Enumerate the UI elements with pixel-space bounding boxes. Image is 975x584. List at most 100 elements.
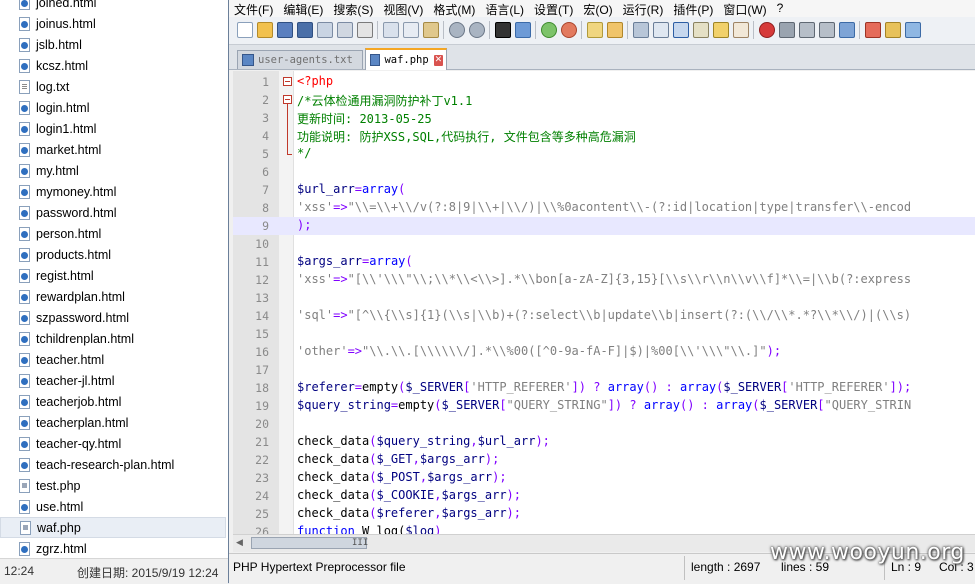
play-macro-icon[interactable]	[799, 22, 815, 38]
code-line[interactable]: 2 /*云体检通用漏洞防护补丁v1.1	[233, 91, 975, 109]
zoom-in-icon[interactable]	[541, 22, 557, 38]
code-line[interactable]: 10	[233, 235, 975, 253]
scroll-left-icon[interactable]: ◀	[236, 538, 243, 548]
paste-icon[interactable]	[423, 22, 439, 38]
file-item[interactable]: mymoney.html	[0, 181, 226, 202]
user-language-icon[interactable]	[693, 22, 709, 38]
menu-item[interactable]: 语言(L)	[480, 0, 529, 17]
menu-item[interactable]: ?	[772, 0, 789, 17]
menu-item[interactable]: 编辑(E)	[278, 0, 328, 17]
file-item[interactable]: regist.html	[0, 265, 226, 286]
close-tab-icon[interactable]: ✕	[433, 54, 443, 66]
file-item[interactable]: teacher-qy.html	[0, 433, 226, 454]
code-line[interactable]: 12 'xss'=>"[\\'\\\"\\;\\*\\<\\>].*\\bon[a…	[233, 271, 975, 289]
plugin-icon-3[interactable]	[905, 22, 921, 38]
scrollbar-thumb[interactable]: III	[251, 537, 368, 549]
stop-macro-icon[interactable]	[779, 22, 795, 38]
menu-item[interactable]: 设置(T)	[529, 0, 578, 17]
code-line[interactable]: 1 <?php	[233, 73, 975, 91]
menu-item[interactable]: 插件(P)	[668, 0, 718, 17]
menu-item[interactable]: 搜索(S)	[328, 0, 378, 17]
undo-icon[interactable]	[449, 22, 465, 38]
new-file-icon[interactable]	[237, 22, 253, 38]
code-line[interactable]: 5 */	[233, 145, 975, 163]
code-line[interactable]: 24 check_data($_COOKIE,$args_arr);	[233, 487, 975, 505]
menu-item[interactable]: 宏(O)	[578, 0, 617, 17]
tab-user-agents[interactable]: user-agents.txt	[237, 50, 363, 69]
code-line[interactable]: 6	[233, 163, 975, 181]
file-item[interactable]: teacherjob.html	[0, 391, 226, 412]
code-line[interactable]: 26 function W_log($log)	[233, 523, 975, 534]
file-item[interactable]: teacher.html	[0, 349, 226, 370]
fold-toggle-icon[interactable]	[283, 95, 292, 104]
file-item[interactable]: szpassword.html	[0, 307, 226, 328]
code-line[interactable]: 16 'other'=>"\\.\\.[\\\\\\/].*\\%00([^0-9…	[233, 343, 975, 361]
code-line[interactable]: 7 $url_arr=array(	[233, 181, 975, 199]
file-item[interactable]: products.html	[0, 244, 226, 265]
code-line[interactable]: 11 $args_arr=array(	[233, 253, 975, 271]
code-line[interactable]: 4 功能说明: 防护XSS,SQL,代码执行, 文件包含等多种高危漏洞	[233, 127, 975, 145]
code-line[interactable]: 13	[233, 289, 975, 307]
file-item[interactable]: use.html	[0, 496, 226, 517]
sync-vertical-icon[interactable]	[587, 22, 603, 38]
menu-item[interactable]: 视图(V)	[378, 0, 428, 17]
run-macro-multiple-icon[interactable]	[819, 22, 835, 38]
code-line[interactable]: 22 check_data($_GET,$args_arr);	[233, 451, 975, 469]
fold-toggle-icon[interactable]	[283, 77, 292, 86]
file-item[interactable]: login1.html	[0, 118, 226, 139]
file-item[interactable]: password.html	[0, 202, 226, 223]
code-line[interactable]: 25 check_data($referer,$args_arr);	[233, 505, 975, 523]
record-macro-icon[interactable]	[759, 22, 775, 38]
menu-item[interactable]: 窗口(W)	[718, 0, 771, 17]
code-line[interactable]: 9);	[233, 217, 975, 235]
close-file-icon[interactable]	[317, 22, 333, 38]
code-line[interactable]: 3 更新时间: 2013-05-25	[233, 109, 975, 127]
file-item[interactable]: person.html	[0, 223, 226, 244]
code-line[interactable]: 18 $referer=empty($_SERVER['HTTP_REFERER'…	[233, 379, 975, 397]
file-item[interactable]: teach-research-plan.html	[0, 454, 226, 475]
file-item[interactable]: market.html	[0, 139, 226, 160]
plugin-icon-2[interactable]	[885, 22, 901, 38]
file-item[interactable]: jslb.html	[0, 34, 226, 55]
file-item[interactable]: test.php	[0, 475, 226, 496]
document-map-icon[interactable]	[713, 22, 729, 38]
indent-guide-icon[interactable]	[673, 22, 689, 38]
tab-waf-php[interactable]: waf.php ✕	[365, 48, 447, 70]
open-folder-icon[interactable]	[257, 22, 273, 38]
redo-icon[interactable]	[469, 22, 485, 38]
file-item[interactable]: my.html	[0, 160, 226, 181]
menu-item[interactable]: 文件(F)	[229, 0, 278, 17]
code-line[interactable]: 8 'xss'=>"\\=\\+\\/v(?:8|9|\\+|\\/)|\\%0a…	[233, 199, 975, 217]
cut-icon[interactable]	[383, 22, 399, 38]
file-item[interactable]: login.html	[0, 97, 226, 118]
file-item[interactable]: log.txt	[0, 76, 226, 97]
file-item[interactable]: rewardplan.html	[0, 286, 226, 307]
file-item[interactable]: zgrz.html	[0, 538, 226, 558]
code-line[interactable]: 20	[233, 415, 975, 433]
sync-horizontal-icon[interactable]	[607, 22, 623, 38]
file-item[interactable]: tchildrenplan.html	[0, 328, 226, 349]
code-line[interactable]: 17	[233, 361, 975, 379]
menu-item[interactable]: 格式(M)	[428, 0, 480, 17]
code-line[interactable]: 19 $query_string=empty($_SERVER["QUERY_ST…	[233, 397, 975, 415]
code-line[interactable]: 15	[233, 325, 975, 343]
plugin-icon[interactable]	[865, 22, 881, 38]
print-icon[interactable]	[357, 22, 373, 38]
replace-icon[interactable]	[515, 22, 531, 38]
code-line[interactable]: 14 'sql'=>"[^\\{\\s]{1}(\\s|\\b)+(?:selec…	[233, 307, 975, 325]
menu-item[interactable]: 运行(R)	[618, 0, 669, 17]
file-item[interactable]: waf.php	[0, 517, 226, 538]
save-all-icon[interactable]	[297, 22, 313, 38]
code-editor[interactable]: 1 <?php 2 /*云体检通用漏洞防护补丁v1.1 3 更新时间: 2013-05-2…	[233, 71, 975, 534]
file-item[interactable]: teacherplan.html	[0, 412, 226, 433]
show-all-characters-icon[interactable]	[653, 22, 669, 38]
zoom-out-icon[interactable]	[561, 22, 577, 38]
file-item[interactable]: joinus.html	[0, 13, 226, 34]
code-line[interactable]: 23 check_data($_POST,$args_arr);	[233, 469, 975, 487]
save-icon[interactable]	[277, 22, 293, 38]
word-wrap-icon[interactable]	[633, 22, 649, 38]
file-item[interactable]: teacher-jl.html	[0, 370, 226, 391]
find-icon[interactable]	[495, 22, 511, 38]
code-line[interactable]: 21 check_data($query_string,$url_arr);	[233, 433, 975, 451]
function-list-icon[interactable]	[733, 22, 749, 38]
